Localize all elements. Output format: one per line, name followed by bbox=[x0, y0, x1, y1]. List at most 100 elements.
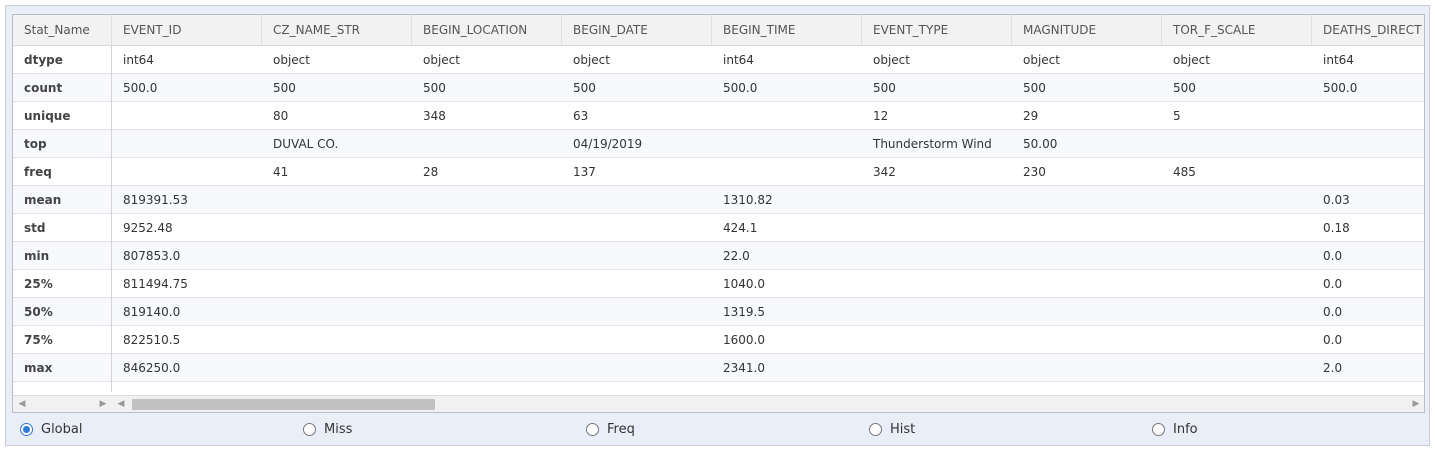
view-mode-radio-group: Global Miss Freq Hist Info bbox=[6, 417, 1431, 445]
table-row: 819140.0 1319.5 0.0 bbox=[112, 298, 1424, 326]
radio-option-hist[interactable]: Hist bbox=[869, 422, 915, 437]
table-cell: 12 bbox=[873, 109, 889, 123]
table-cell: 500 bbox=[1023, 81, 1046, 95]
radio-option-info[interactable]: Info bbox=[1152, 422, 1198, 437]
row-label: 25% bbox=[24, 277, 53, 291]
table-row: 50% bbox=[13, 298, 111, 326]
radio-button-icon[interactable] bbox=[303, 423, 316, 436]
radio-button-icon[interactable] bbox=[20, 423, 33, 436]
radio-button-icon[interactable] bbox=[1152, 423, 1165, 436]
table-cell bbox=[1012, 298, 1162, 325]
stats-panel: Stat_Name dtype count unique top freq mean std m… bbox=[5, 5, 1430, 446]
table-row: 75% bbox=[13, 326, 111, 354]
table-cell: 1040.0 bbox=[723, 277, 765, 291]
column-header-stat-name[interactable]: Stat_Name bbox=[13, 15, 112, 45]
table-cell bbox=[1312, 102, 1424, 129]
frozen-horizontal-scrollbar[interactable]: ◀ ▶ bbox=[13, 395, 112, 412]
table-cell: 137 bbox=[573, 165, 596, 179]
table-cell bbox=[262, 242, 412, 269]
row-label: unique bbox=[24, 109, 71, 123]
table-cell: 230 bbox=[1023, 165, 1046, 179]
table-row: unique bbox=[13, 102, 111, 130]
table-cell bbox=[412, 242, 562, 269]
radio-option-miss[interactable]: Miss bbox=[303, 422, 352, 437]
row-label: mean bbox=[24, 193, 62, 207]
table-row: 25% bbox=[13, 270, 111, 298]
table-row: top bbox=[13, 130, 111, 158]
radio-button-icon[interactable] bbox=[869, 423, 882, 436]
table-cell bbox=[112, 102, 262, 129]
table-cell: Thunderstorm Wind bbox=[873, 137, 992, 151]
table-cell bbox=[1012, 354, 1162, 381]
radio-button-icon[interactable] bbox=[586, 423, 599, 436]
column-header[interactable]: DEATHS_DIRECT bbox=[1312, 15, 1424, 45]
column-header[interactable]: BEGIN_TIME bbox=[712, 15, 862, 45]
table-row: 41 28 137 342 230 485 bbox=[112, 158, 1424, 186]
radio-option-global[interactable]: Global bbox=[20, 422, 82, 437]
stat-name-column: Stat_Name dtype count unique top freq mean std m… bbox=[13, 15, 112, 392]
scrollbar-thumb[interactable] bbox=[132, 399, 435, 410]
radio-option-freq[interactable]: Freq bbox=[586, 422, 635, 437]
table-cell bbox=[862, 242, 1012, 269]
table-row: dtype bbox=[13, 46, 111, 74]
table-cell: object bbox=[1173, 53, 1210, 67]
table-cell bbox=[412, 354, 562, 381]
table-cell: 500 bbox=[873, 81, 896, 95]
table-cell bbox=[1012, 326, 1162, 353]
column-header[interactable]: EVENT_TYPE bbox=[862, 15, 1012, 45]
column-header[interactable]: CZ_NAME_STR bbox=[262, 15, 412, 45]
table-cell: 0.18 bbox=[1323, 221, 1350, 235]
table-cell: object bbox=[873, 53, 910, 67]
table-cell bbox=[1012, 186, 1162, 213]
scroll-right-icon[interactable]: ▶ bbox=[97, 398, 109, 410]
table-cell bbox=[1012, 214, 1162, 241]
table-cell: 0.0 bbox=[1323, 333, 1343, 347]
table-cell: 846250.0 bbox=[123, 361, 181, 375]
table-cell: 0.0 bbox=[1323, 305, 1343, 319]
row-label: 50% bbox=[24, 305, 53, 319]
table-cell bbox=[262, 354, 412, 381]
table-cell bbox=[262, 186, 412, 213]
column-header[interactable]: TOR_F_SCALE bbox=[1162, 15, 1312, 45]
radio-label: Global bbox=[41, 422, 83, 437]
table-cell bbox=[412, 130, 562, 157]
table-cell: object bbox=[423, 53, 460, 67]
table-cell bbox=[1162, 186, 1312, 213]
table-cell bbox=[1162, 270, 1312, 297]
scroll-left-icon[interactable]: ◀ bbox=[115, 398, 127, 410]
table-cell bbox=[1162, 354, 1312, 381]
table-cell: 63 bbox=[573, 109, 589, 123]
table-cell: 28 bbox=[423, 165, 439, 179]
table-cell bbox=[1162, 242, 1312, 269]
column-header[interactable]: MAGNITUDE bbox=[1012, 15, 1162, 45]
table-cell bbox=[262, 326, 412, 353]
table-cell: 22.0 bbox=[723, 249, 750, 263]
table-cell: 1319.5 bbox=[723, 305, 765, 319]
column-header[interactable]: BEGIN_DATE bbox=[562, 15, 712, 45]
table-cell: 2.0 bbox=[1323, 361, 1343, 375]
table-row: 819391.53 1310.82 0.03 bbox=[112, 186, 1424, 214]
grid-horizontal-scrollbar[interactable]: ◀ ▶ bbox=[112, 395, 1424, 412]
table-cell: 1310.82 bbox=[723, 193, 773, 207]
table-cell: 500.0 bbox=[723, 81, 758, 95]
scroll-left-icon[interactable]: ◀ bbox=[16, 398, 28, 410]
grid-scroll-area[interactable]: EVENT_ID CZ_NAME_STR BEGIN_LOCATION BEGIN_D… bbox=[112, 15, 1424, 392]
table-row: mean bbox=[13, 186, 111, 214]
table-cell bbox=[862, 354, 1012, 381]
column-header[interactable]: EVENT_ID bbox=[112, 15, 262, 45]
table-cell: 0.0 bbox=[1323, 277, 1343, 291]
table-cell bbox=[562, 298, 712, 325]
table-cell bbox=[412, 186, 562, 213]
table-cell bbox=[262, 270, 412, 297]
table-cell: 500.0 bbox=[123, 81, 158, 95]
table-cell: 819140.0 bbox=[123, 305, 181, 319]
table-cell bbox=[412, 270, 562, 297]
table-cell bbox=[862, 326, 1012, 353]
column-header[interactable]: BEGIN_LOCATION bbox=[412, 15, 562, 45]
table-cell: 500 bbox=[423, 81, 446, 95]
table-cell bbox=[1162, 130, 1312, 157]
scroll-right-icon[interactable]: ▶ bbox=[1410, 398, 1422, 410]
table-cell: 50.00 bbox=[1023, 137, 1058, 151]
header-row: EVENT_ID CZ_NAME_STR BEGIN_LOCATION BEGIN_D… bbox=[112, 15, 1424, 46]
table-cell: 04/19/2019 bbox=[573, 137, 643, 151]
